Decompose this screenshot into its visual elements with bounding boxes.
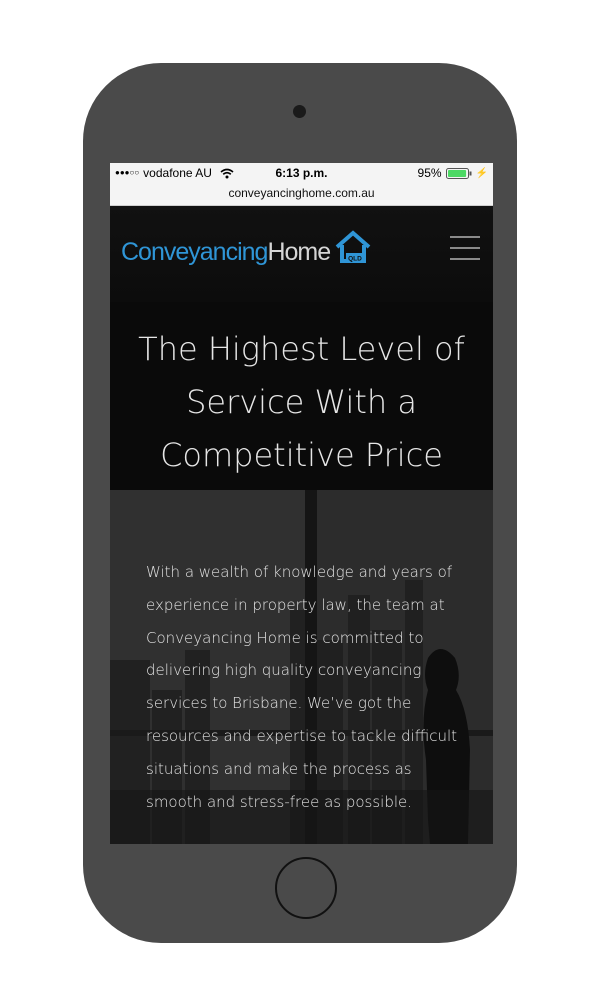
home-button[interactable] — [275, 857, 337, 919]
intro-paragraph: With a wealth of knowledge and years of … — [146, 563, 458, 811]
hero-title: The Highest Level of Service With a Comp… — [138, 330, 465, 474]
site-logo[interactable]: Conveyancing Home QLD — [121, 230, 372, 266]
charging-bolt-icon: ⚡ — [475, 167, 488, 179]
house-logo-icon: QLD — [335, 230, 371, 263]
site-header: Conveyancing Home QLD — [110, 206, 493, 302]
logo-text-home: Home — [267, 238, 331, 266]
hero-section: The Highest Level of Service With a Comp… — [110, 302, 493, 490]
intro-section: With a wealth of knowledge and years of … — [110, 490, 493, 844]
battery-percent: 95% — [417, 166, 442, 180]
phone-screen: ●●●○○ vodafone AU 6:13 p.m. 95% ⚡ convey… — [110, 163, 493, 844]
front-camera — [293, 105, 306, 118]
url-text: conveyancinghome.com.au — [228, 186, 375, 200]
hamburger-menu-icon[interactable] — [450, 236, 480, 260]
address-bar[interactable]: conveyancinghome.com.au — [110, 183, 493, 206]
logo-text-conveyancing: Conveyancing — [121, 238, 268, 266]
status-bar: ●●●○○ vodafone AU 6:13 p.m. 95% ⚡ — [110, 163, 493, 183]
battery-icon — [445, 167, 472, 179]
logo-badge-text: QLD — [348, 256, 362, 263]
